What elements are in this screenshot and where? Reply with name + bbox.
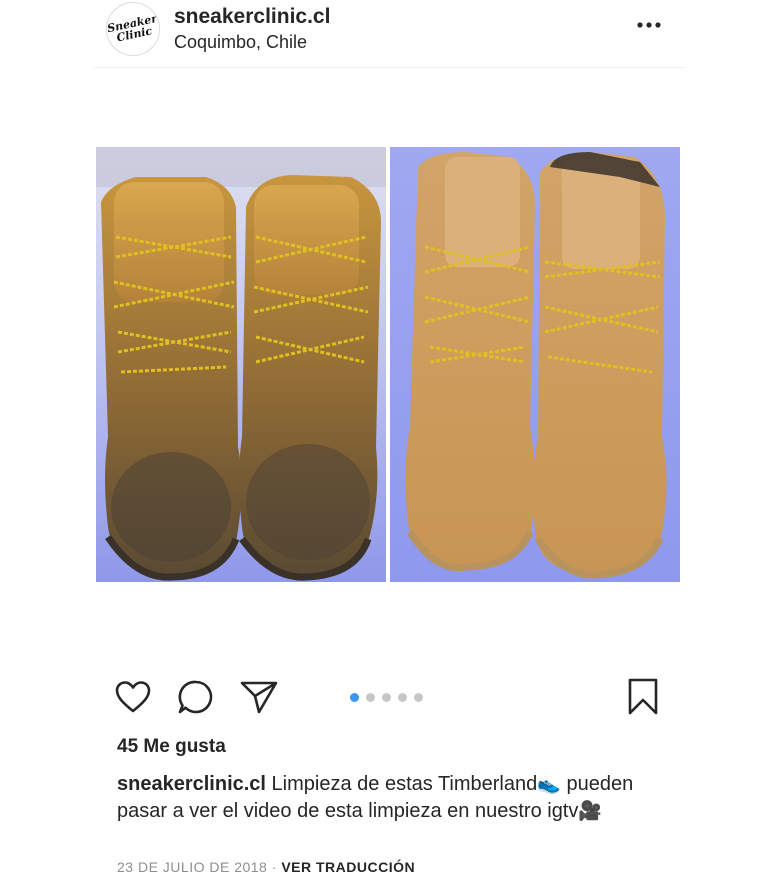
share-button[interactable] <box>239 675 279 719</box>
sneaker-emoji-icon: 👟 <box>537 773 561 795</box>
more-horizontal-icon <box>637 22 661 28</box>
likes-count[interactable]: 45 Me gusta <box>117 736 226 758</box>
post-username[interactable]: sneakerclinic.cl <box>174 5 330 29</box>
carousel-dot <box>398 693 407 702</box>
post-header: Sneaker Clinic sneakerclinic.cl Coquimbo… <box>0 0 776 70</box>
carousel-indicator <box>350 693 423 702</box>
avatar[interactable]: Sneaker Clinic <box>106 2 160 56</box>
avatar-logo: Sneaker Clinic <box>106 12 158 45</box>
more-options-button[interactable] <box>632 10 666 40</box>
see-translation-link[interactable]: VER TRADUCCIÓN <box>281 859 415 875</box>
post-caption: sneakerclinic.cl Limpieza de estas Timbe… <box>117 771 657 825</box>
heart-icon <box>115 681 151 713</box>
comment-icon <box>178 680 213 714</box>
caption-username[interactable]: sneakerclinic.cl <box>117 773 266 795</box>
carousel-dot <box>350 693 359 702</box>
movie-camera-emoji-icon: 🎥 <box>578 800 603 822</box>
caption-text: Limpieza de estas Timberland <box>271 773 538 795</box>
meta-separator: · <box>267 859 282 875</box>
post-photo[interactable] <box>96 147 680 582</box>
carousel-dot <box>414 693 423 702</box>
like-button[interactable] <box>113 675 153 719</box>
carousel-dot <box>366 693 375 702</box>
photo-after <box>390 147 680 582</box>
comment-button[interactable] <box>176 675 216 719</box>
send-icon <box>240 681 278 714</box>
post-location[interactable]: Coquimbo, Chile <box>174 32 307 53</box>
header-divider <box>93 67 685 68</box>
boots-before-image <box>96 147 386 582</box>
post-meta: 23 DE JULIO DE 2018 · VER TRADUCCIÓN <box>117 859 415 875</box>
bookmark-icon <box>628 678 658 715</box>
post-date: 23 DE JULIO DE 2018 <box>117 859 268 875</box>
carousel-dot <box>382 693 391 702</box>
boots-after-image <box>390 147 680 582</box>
photo-before <box>96 147 386 582</box>
save-button[interactable] <box>623 675 663 719</box>
